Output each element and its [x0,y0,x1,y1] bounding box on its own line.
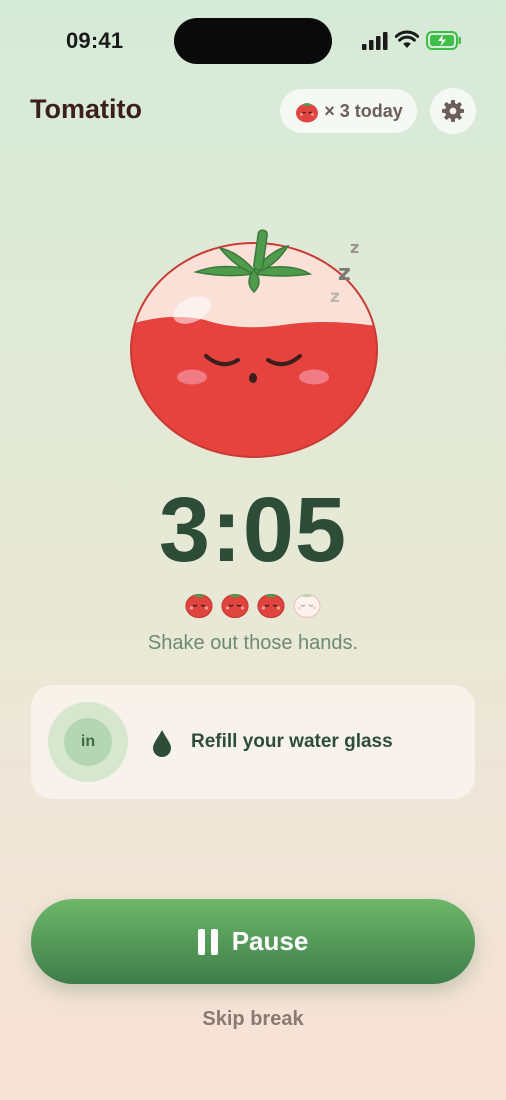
status-time: 09:41 [66,28,124,53]
svg-text:z: z [338,261,351,286]
session-tomato-complete [257,593,285,619]
tomato-icon [296,103,319,123]
tip-text: Refill your water glass [191,731,393,752]
session-tomato-complete [221,593,249,619]
session-tomato-complete [185,593,213,619]
break-caption: Shake out those hands. [147,632,359,654]
dynamic-island [174,18,332,64]
pause-label: Pause [231,926,309,956]
skip-break-button[interactable]: Skip break [0,1008,506,1031]
app-title: Tomatito [30,94,142,124]
gear-icon [442,100,464,122]
sleeping-tomato-illustration: z z z [130,229,378,458]
pause-button[interactable]: Pause [31,899,475,984]
today-count-text: × 3 today [324,100,403,121]
today-count-badge[interactable]: × 3 today [280,89,417,133]
wifi-icon [395,30,419,48]
svg-text:z: z [330,287,340,307]
breath-indicator: in [64,718,112,766]
battery-icon [426,31,461,50]
timer-display: 3:05 [158,479,348,581]
session-progress [0,588,506,620]
signal-icon [362,32,388,50]
pause-icon [197,928,218,955]
settings-button[interactable] [430,88,476,134]
svg-text:z: z [350,238,359,257]
session-tomato-pending [293,593,321,619]
water-drop-icon [153,730,171,757]
